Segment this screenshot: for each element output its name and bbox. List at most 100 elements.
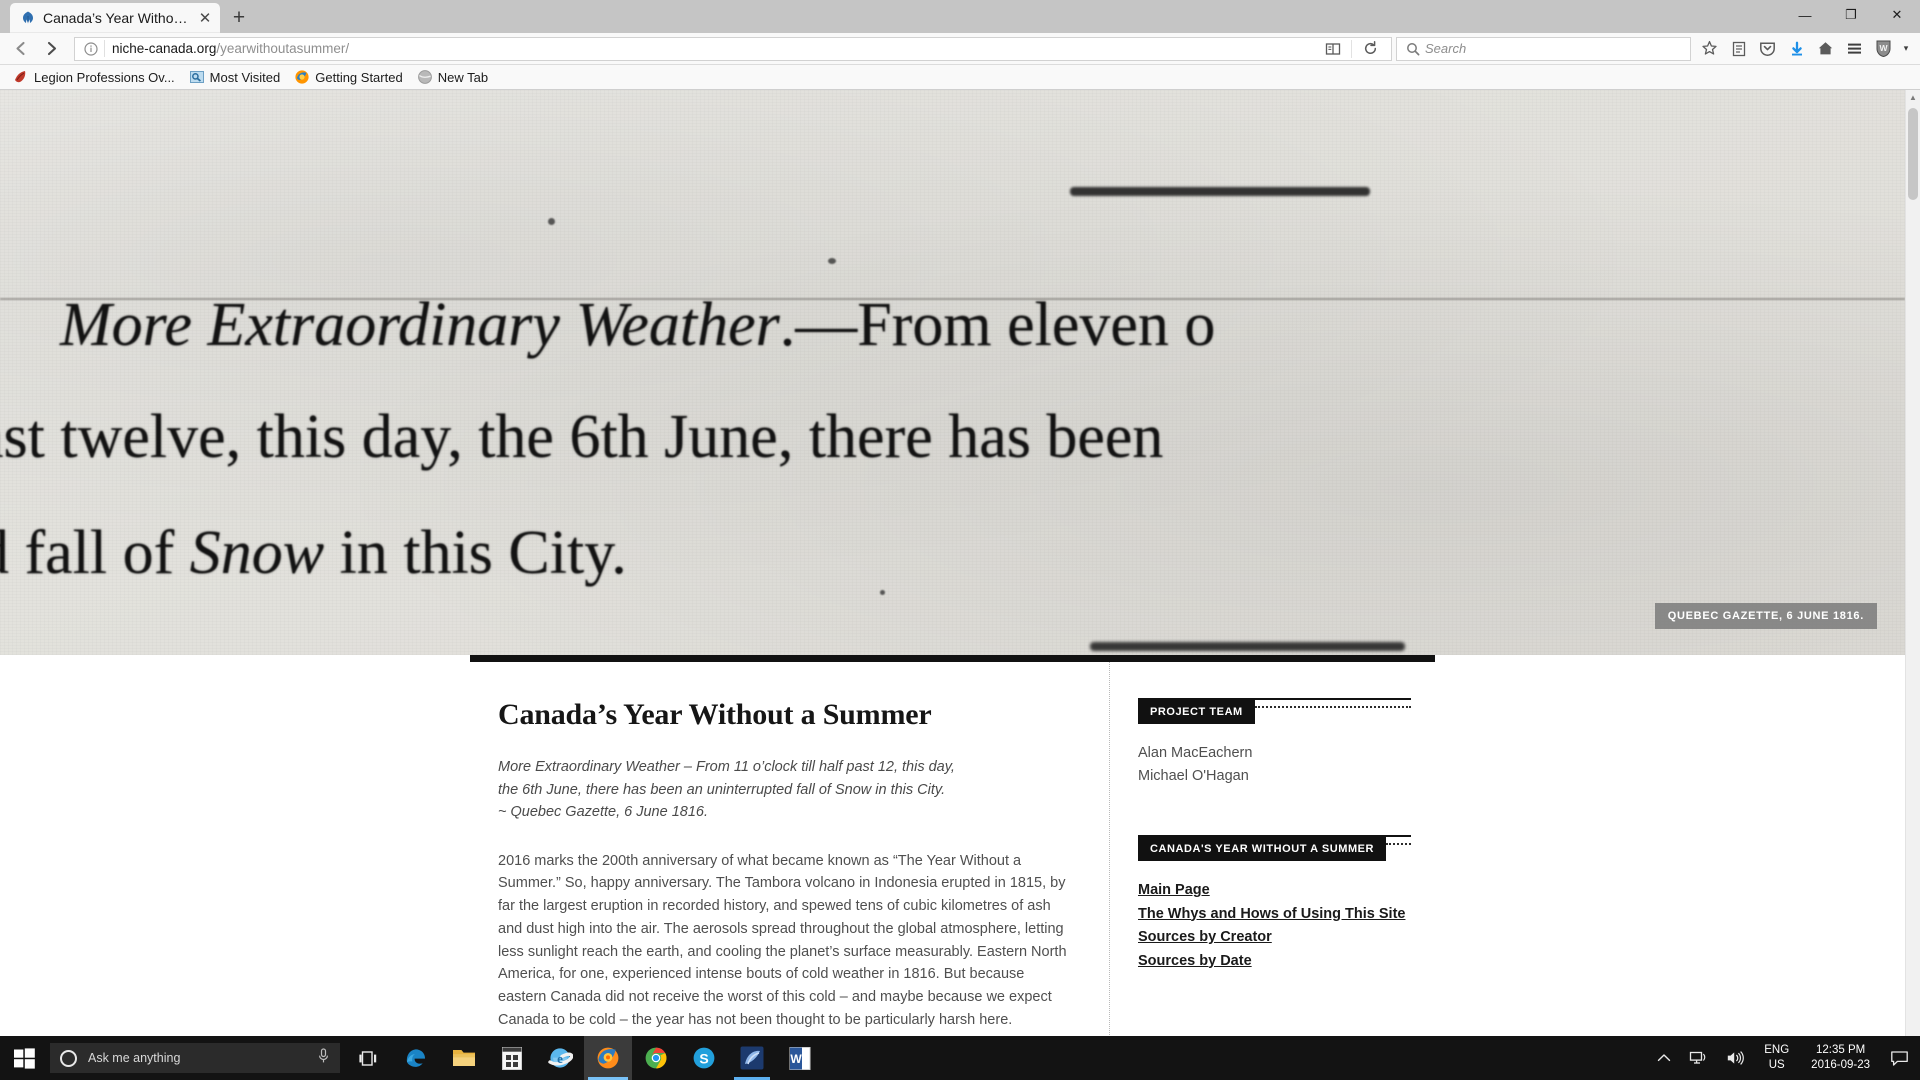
taskbar-app-file-explorer-icon[interactable]: [440, 1036, 488, 1080]
bookmark-label: Getting Started: [315, 69, 403, 85]
taskbar-app-firefox-icon[interactable]: [584, 1036, 632, 1080]
hero-line-3c: in this City.: [324, 519, 627, 587]
overflow-caret-icon[interactable]: ▾: [1898, 36, 1914, 62]
article-column: Canada’s Year Without a Summer More Extr…: [470, 662, 1110, 1036]
epigraph-line-1: More Extraordinary Weather – From 11 o’c…: [498, 759, 955, 775]
navigation-toolbar: niche-canada.org/yearwithoutasummer/ Sea…: [0, 33, 1920, 65]
url-separator: [104, 40, 105, 57]
search-input[interactable]: Search: [1425, 41, 1466, 56]
svg-text:W: W: [1879, 43, 1888, 53]
most-visited-icon: [189, 69, 205, 85]
microphone-icon[interactable]: [317, 1047, 330, 1069]
bookmark-item-getting-started[interactable]: Getting Started: [287, 67, 409, 88]
page-viewport: More Extraordinary Weather.—From eleven …: [0, 90, 1920, 1036]
hero-speck: [880, 590, 885, 595]
hero-speck: [548, 218, 555, 225]
reader-mode-icon[interactable]: [1318, 36, 1348, 62]
clock[interactable]: 12:35 PM 2016-09-23: [1799, 1043, 1882, 1073]
taskbar-app-edge-icon[interactable]: [392, 1036, 440, 1080]
reload-button[interactable]: [1355, 36, 1385, 62]
hero-line-1a: M: [60, 291, 112, 359]
extension-badge-icon[interactable]: W: [1869, 36, 1898, 62]
cortana-search-box[interactable]: Ask me anything: [50, 1043, 340, 1073]
scrollbar-thumb[interactable]: [1908, 108, 1918, 200]
widget-site-menu: CANADA'S YEAR WITHOUT A SUMMER Main Page…: [1138, 835, 1411, 973]
bookmark-item-most-visited[interactable]: Most Visited: [182, 67, 288, 88]
sidebar-item-main-page[interactable]: Main Page: [1138, 879, 1411, 903]
widget-project-team: PROJECT TEAM Alan MacEachern Michael O'H…: [1138, 698, 1411, 787]
minimize-button[interactable]: —: [1782, 0, 1828, 30]
browser-tab[interactable]: Canada’s Year Without a S... ✕: [10, 3, 220, 33]
epigraph-line-3: ~ Quebec Gazette, 6 June 1816.: [498, 804, 708, 820]
widget-body: Alan MacEachern Michael O'Hagan: [1138, 724, 1411, 787]
tray-chevron-up-icon[interactable]: [1648, 1036, 1680, 1080]
sidebar-item-whys-and-hows[interactable]: The Whys and Hows of Using This Site: [1138, 903, 1411, 927]
hero-rule-bottom: [1090, 642, 1405, 651]
forward-button[interactable]: [36, 36, 66, 62]
list-item: Alan MacEachern: [1138, 745, 1253, 761]
title-bar: Canada’s Year Without a S... ✕ + — ❐ ✕: [0, 0, 1920, 33]
cortana-icon: [60, 1049, 77, 1067]
bookmark-label: Most Visited: [209, 69, 281, 85]
hero-caption: QUEBEC GAZETTE, 6 JUNE 1816.: [1654, 603, 1877, 629]
bookmark-star-icon[interactable]: [1695, 36, 1724, 62]
maximize-button[interactable]: ❐: [1828, 0, 1874, 30]
toolbar-icons: W ▾: [1695, 36, 1914, 62]
legion-icon: [13, 69, 29, 85]
bookmark-label: Legion Professions Ov...: [34, 69, 175, 85]
windows-start-button[interactable]: [0, 1036, 48, 1080]
url-text: niche-canada.org/yearwithoutasummer/: [112, 41, 349, 56]
clock-time: 12:35 PM: [1815, 1044, 1866, 1056]
pocket-icon[interactable]: [1753, 36, 1782, 62]
search-icon: [1403, 42, 1423, 56]
tab-close-icon[interactable]: ✕: [196, 9, 214, 27]
notifications-icon[interactable]: [1882, 1036, 1916, 1080]
sidebar-item-sources-by-date[interactable]: Sources by Date: [1138, 950, 1411, 974]
taskbar-app-internet-explorer-icon[interactable]: e: [536, 1036, 584, 1080]
widget-header: CANADA'S YEAR WITHOUT A SUMMER: [1138, 835, 1411, 861]
close-window-button[interactable]: ✕: [1874, 0, 1920, 30]
sidebar-item-sources-by-creator[interactable]: Sources by Creator: [1138, 926, 1411, 950]
taskbar-app-skype-icon[interactable]: S: [680, 1036, 728, 1080]
search-bar[interactable]: Search: [1396, 36, 1691, 61]
taskbar-app-chrome-icon[interactable]: [632, 1036, 680, 1080]
article-epigraph: More Extraordinary Weather – From 11 o’c…: [498, 756, 1069, 824]
bookmark-item-new-tab[interactable]: New Tab: [410, 67, 495, 88]
article-paragraph: 2016 marks the 200th anniversary of what…: [498, 852, 1067, 1029]
widget-dotted-rule: [1254, 706, 1411, 708]
language-indicator[interactable]: ENG US: [1754, 1043, 1799, 1073]
web-page: More Extraordinary Weather.—From eleven …: [0, 90, 1905, 1036]
widget-title: CANADA'S YEAR WITHOUT A SUMMER: [1138, 837, 1387, 861]
taskbar-app-blue-app-icon[interactable]: [728, 1036, 776, 1080]
tab-title: Canada’s Year Without a S...: [43, 10, 192, 26]
download-arrow-icon[interactable]: [1782, 36, 1811, 62]
volume-icon[interactable]: [1717, 1036, 1754, 1080]
site-identity-icon[interactable]: [81, 41, 101, 56]
hero-line-2: ast twelve, this day, the 6th June, ther…: [0, 403, 1164, 471]
leaf-favicon: [20, 10, 36, 26]
firefox-icon: [294, 69, 310, 85]
epigraph-line-2: the 6th June, there has been an uninterr…: [498, 781, 946, 798]
taskbar-apps: e S W: [392, 1036, 824, 1080]
task-view-icon[interactable]: [346, 1036, 392, 1080]
home-icon[interactable]: [1811, 36, 1840, 62]
toolbar-separator: [1351, 39, 1352, 58]
hamburger-menu-icon[interactable]: [1840, 36, 1869, 62]
bookmark-item-legion[interactable]: Legion Professions Ov...: [6, 67, 182, 88]
page-scrollbar[interactable]: ▲: [1905, 90, 1920, 1036]
hero-line-3b: Snow: [189, 519, 325, 587]
widget-header: PROJECT TEAM: [1138, 698, 1411, 724]
hero-rule-top: [1070, 187, 1370, 196]
new-tab-button[interactable]: +: [224, 3, 254, 33]
taskbar-app-microsoft-store-icon[interactable]: [488, 1036, 536, 1080]
url-path: /yearwithoutasummer/: [216, 41, 350, 56]
address-bar-actions: [1318, 36, 1385, 62]
svg-text:W: W: [790, 1052, 802, 1066]
library-icon[interactable]: [1724, 36, 1753, 62]
taskbar-app-word-icon[interactable]: W: [776, 1036, 824, 1080]
url-host: niche-canada.org: [112, 41, 217, 56]
back-button[interactable]: [6, 36, 36, 62]
network-icon[interactable]: [1680, 1036, 1717, 1080]
scroll-up-arrow[interactable]: ▲: [1906, 90, 1920, 105]
address-bar[interactable]: niche-canada.org/yearwithoutasummer/: [74, 36, 1392, 62]
